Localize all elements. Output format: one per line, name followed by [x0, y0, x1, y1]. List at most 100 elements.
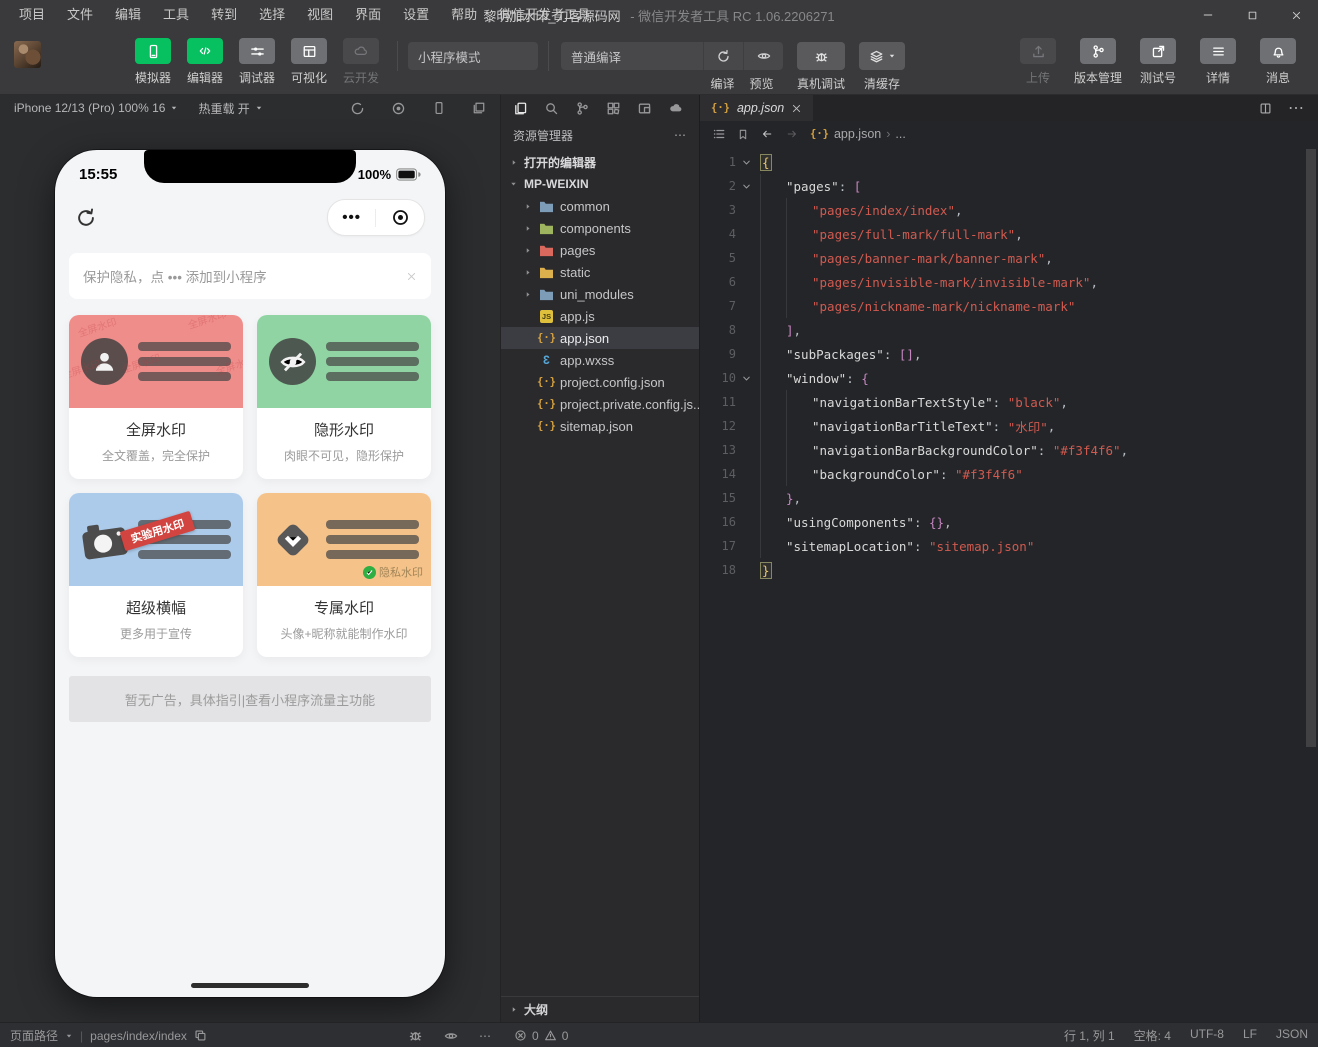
exit-target-icon[interactable]	[391, 208, 410, 227]
branch-icon[interactable]	[567, 96, 598, 120]
files-icon[interactable]	[505, 96, 536, 120]
toolbar-secondary-group: 上传 版本管理 测试号 详情 消息	[1008, 38, 1308, 86]
tree-item-project-private-config-js-[interactable]: {·} project.private.config.js...	[501, 393, 699, 415]
split-editor-icon[interactable]	[1259, 102, 1272, 115]
toolbar-bell-button[interactable]: 消息	[1249, 38, 1307, 86]
menu-item[interactable]: 项目	[8, 0, 56, 30]
menu-item[interactable]: 转到	[200, 0, 248, 30]
card-header: 实验用水印	[69, 493, 243, 586]
tree-item-app-json[interactable]: {·} app.json	[501, 327, 699, 349]
tree-item-pages[interactable]: pages	[501, 239, 699, 261]
watermark-card[interactable]: 隐私水印 专属水印 头像+昵称就能制作水印	[257, 493, 431, 657]
compile-mode-dropdown[interactable]: 普通编译	[561, 42, 703, 70]
scrollbar[interactable]	[1306, 149, 1316, 747]
watermark-card[interactable]: 全屏水印 全屏水印 全屏水印 全屏水印 全屏水印 全屏水印 全文覆盖，完全保护	[69, 315, 243, 479]
warning-count: 0	[561, 1028, 569, 1043]
compile-button[interactable]	[703, 42, 743, 70]
more-icon[interactable]: ⋯	[674, 128, 687, 142]
tree-item-static[interactable]: static	[501, 261, 699, 283]
menu-item[interactable]: 视图	[296, 0, 344, 30]
record-icon[interactable]	[391, 101, 406, 116]
error-icon	[514, 1029, 527, 1042]
simulator-panel: iPhone 12/13 (Pro) 100% 16 热重载 开 15:55 1…	[0, 95, 500, 1022]
cloud-filled-icon[interactable]	[660, 96, 691, 120]
maximize-button[interactable]	[1230, 0, 1274, 30]
extensions-icon[interactable]	[598, 96, 629, 120]
search-icon[interactable]	[536, 96, 567, 120]
arrow-left-icon[interactable]	[760, 128, 774, 140]
windows-icon[interactable]	[472, 101, 486, 116]
menu-item[interactable]: 帮助	[440, 0, 488, 30]
close-button[interactable]	[1274, 0, 1318, 30]
device-dropdown[interactable]: iPhone 12/13 (Pro) 100% 16	[14, 101, 178, 115]
tree-item-project-config-json[interactable]: {·} project.config.json	[501, 371, 699, 393]
tree-item-components[interactable]: components	[501, 217, 699, 239]
page-path-dropdown[interactable]: 页面路径 | pages/index/index	[0, 1027, 207, 1044]
toolbar-layout-button[interactable]: 可视化	[284, 38, 334, 86]
toolbar-phone-button[interactable]: 模拟器	[128, 38, 178, 86]
more-icon[interactable]: ⋯	[1288, 98, 1304, 118]
tab-app-json[interactable]: {·} app.json	[700, 95, 814, 121]
indent-guide	[786, 294, 812, 318]
circle-icon[interactable]	[350, 101, 365, 116]
problems-indicator[interactable]: 0 0	[514, 1029, 568, 1043]
mode-dropdown[interactable]: 小程序模式	[408, 42, 538, 70]
cursor-position[interactable]: 行 1, 列 1	[1064, 1027, 1115, 1044]
menu-item[interactable]: 文件	[56, 0, 104, 30]
fold-chevron-icon[interactable]	[736, 157, 756, 168]
tree-section-open-editors[interactable]: 打开的编辑器	[501, 151, 699, 173]
reload-icon[interactable]	[75, 207, 97, 229]
tree-item-app-js[interactable]: JS app.js	[501, 305, 699, 327]
watermark-card[interactable]: 隐形水印 肉眼不可见，隐形保护	[257, 315, 431, 479]
toolbar-code-button[interactable]: 编辑器	[180, 38, 230, 86]
watermark-card[interactable]: 实验用水印 超级横幅 更多用于宣传	[69, 493, 243, 657]
tree-item-sitemap-json[interactable]: {·} sitemap.json	[501, 415, 699, 437]
eol[interactable]: LF	[1243, 1027, 1257, 1044]
clear-cache-button[interactable]: 清缓存	[859, 38, 906, 92]
indent-guide	[786, 222, 812, 246]
preview-button[interactable]	[743, 42, 783, 70]
chevron-down-tri-icon	[508, 180, 519, 188]
eye-icon[interactable]	[443, 1029, 459, 1043]
menu-item[interactable]: 工具	[152, 0, 200, 30]
tree-section-root[interactable]: MP-WEIXIN	[501, 173, 699, 195]
close-icon[interactable]	[791, 103, 802, 114]
window-icon[interactable]	[629, 96, 660, 120]
tree-item-common[interactable]: common	[501, 195, 699, 217]
more-icon[interactable]: ⋯	[479, 1029, 491, 1043]
menu-item[interactable]: 设置	[392, 0, 440, 30]
fold-chevron-icon[interactable]	[736, 181, 756, 192]
device-icon[interactable]	[432, 101, 446, 116]
avatar[interactable]	[14, 41, 41, 68]
privacy-badge: 隐私水印	[363, 564, 423, 580]
minimize-button[interactable]	[1186, 0, 1230, 30]
hot-reload-dropdown[interactable]: 热重载 开	[198, 100, 262, 117]
bug-icon[interactable]	[408, 1028, 423, 1043]
tree-item-app-wxss[interactable]: 3 app.wxss	[501, 349, 699, 371]
copy-icon[interactable]	[194, 1029, 207, 1042]
indent-setting[interactable]: 空格: 4	[1134, 1027, 1171, 1044]
outline-section[interactable]: 大纲	[501, 996, 699, 1022]
device-debug-button[interactable]: 真机调试	[797, 38, 846, 92]
fold-chevron-icon[interactable]	[736, 373, 756, 384]
toolbar-sliders-button[interactable]: 调试器	[232, 38, 282, 86]
menu-item[interactable]: 编辑	[104, 0, 152, 30]
outline-list-icon[interactable]	[712, 127, 726, 141]
tree-item-uni-modules[interactable]: uni_modules	[501, 283, 699, 305]
code-editor[interactable]: 1{2 "pages": [3 "pages/index/index", 4 "page…	[700, 147, 1318, 1022]
language-mode[interactable]: JSON	[1276, 1027, 1308, 1044]
toolbar-menu-button[interactable]: 详情	[1189, 38, 1247, 86]
battery-icon	[396, 168, 421, 181]
toolbar-upload-button[interactable]: 上传	[1009, 38, 1067, 86]
bookmark-icon[interactable]	[737, 128, 749, 141]
toolbar-branch-button[interactable]: 版本管理	[1069, 38, 1127, 86]
toolbar-cloud-button[interactable]: 云开发	[336, 38, 386, 86]
close-icon[interactable]	[406, 271, 417, 282]
breadcrumb[interactable]: {·} app.json › ...	[810, 127, 906, 141]
arrow-right-icon[interactable]	[785, 128, 799, 140]
more-button[interactable]: •••	[342, 210, 361, 225]
menu-item[interactable]: 界面	[344, 0, 392, 30]
menu-item[interactable]: 选择	[248, 0, 296, 30]
encoding[interactable]: UTF-8	[1190, 1027, 1224, 1044]
toolbar-external-button[interactable]: 测试号	[1129, 38, 1187, 86]
